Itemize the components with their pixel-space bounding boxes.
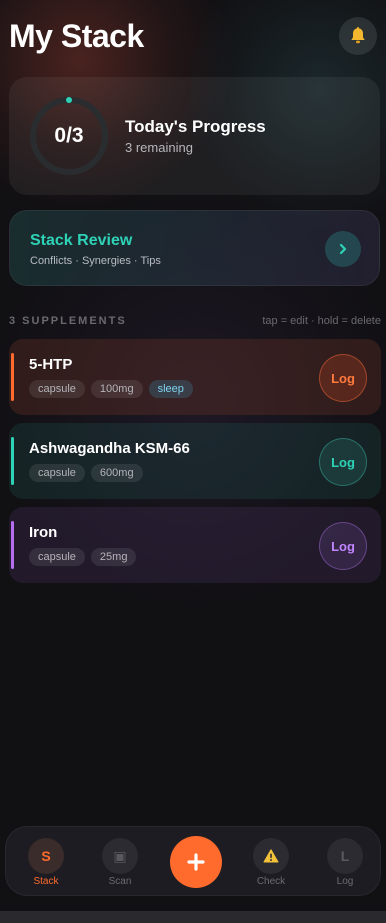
- stack-review-subtitle: Conflicts · Synergies · Tips: [30, 255, 161, 267]
- tab-label: Scan: [108, 876, 132, 887]
- tag-form: capsule: [29, 380, 85, 398]
- stack-tab-icon: S: [28, 838, 64, 874]
- tab-log[interactable]: L Log: [315, 838, 375, 890]
- supplement-name: Ashwagandha KSM-66: [29, 440, 190, 457]
- supplement-tags: capsule 25mg: [29, 548, 137, 566]
- chevron-right-icon: [339, 243, 347, 255]
- tab-scan[interactable]: ▣ Scan: [90, 838, 150, 890]
- tab-label: Check: [256, 876, 286, 887]
- log-button[interactable]: Log: [319, 438, 367, 486]
- tab-check[interactable]: Check: [241, 838, 301, 890]
- supplement-color-bar: [11, 437, 14, 485]
- supplements-section-header: 3 SUPPLEMENTS tap = edit · hold = delete: [9, 315, 381, 329]
- supplement-tags: capsule 600mg: [29, 464, 143, 482]
- log-button[interactable]: Log: [319, 354, 367, 402]
- tab-label: Log: [336, 876, 354, 887]
- tag-dose: 25mg: [90, 548, 137, 566]
- supplements-count: 3 SUPPLEMENTS: [9, 315, 127, 327]
- bell-icon: [351, 27, 365, 44]
- add-supplement-button[interactable]: [170, 836, 222, 888]
- tab-label: Stack: [33, 876, 59, 887]
- plus-icon: [187, 853, 205, 871]
- page-title: My Stack: [9, 18, 144, 54]
- tag-form: capsule: [29, 548, 85, 566]
- scan-tab-icon: ▣: [102, 838, 138, 874]
- tag-purpose: sleep: [148, 380, 193, 398]
- stack-review-title: Stack Review: [30, 232, 133, 249]
- progress-card: 0/3 Today's Progress 3 remaining: [9, 77, 380, 195]
- log-button[interactable]: Log: [319, 522, 367, 570]
- progress-value: 0/3: [54, 124, 84, 147]
- log-tab-icon: L: [327, 838, 363, 874]
- supplement-color-bar: [11, 353, 14, 401]
- stack-review-open-button[interactable]: [325, 231, 361, 267]
- progress-title: Today's Progress: [125, 117, 266, 136]
- warning-icon: [263, 849, 279, 863]
- supplement-name: Iron: [29, 524, 58, 541]
- supplement-tags: capsule 100mg sleep: [29, 380, 193, 398]
- notifications-button[interactable]: [339, 17, 377, 55]
- header: My Stack: [9, 16, 377, 56]
- tab-stack[interactable]: S Stack: [16, 838, 76, 890]
- tag-form: capsule: [29, 464, 85, 482]
- tag-dose: 600mg: [90, 464, 143, 482]
- supplement-name: 5-HTP: [29, 356, 73, 373]
- stack-review-card[interactable]: Stack Review Conflicts · Synergies · Tip…: [9, 210, 380, 286]
- supplement-card-iron[interactable]: Iron capsule 25mg Log: [9, 507, 381, 583]
- supplement-card-ashwagandha[interactable]: Ashwagandha KSM-66 capsule 600mg Log: [9, 423, 381, 499]
- warning-tab-icon: [253, 838, 289, 874]
- tag-dose: 100mg: [90, 380, 143, 398]
- progress-remaining: 3 remaining: [125, 140, 193, 155]
- home-indicator-strip: [0, 911, 386, 923]
- gesture-hint: tap = edit · hold = delete: [262, 315, 381, 327]
- supplement-color-bar: [11, 521, 14, 569]
- app-screen: My Stack 0/3 Today's Progress 3 remainin…: [0, 0, 386, 923]
- bottom-tab-bar: S Stack ▣ Scan Check L Log: [5, 826, 381, 896]
- supplement-card-5-htp[interactable]: 5-HTP capsule 100mg sleep Log: [9, 339, 381, 415]
